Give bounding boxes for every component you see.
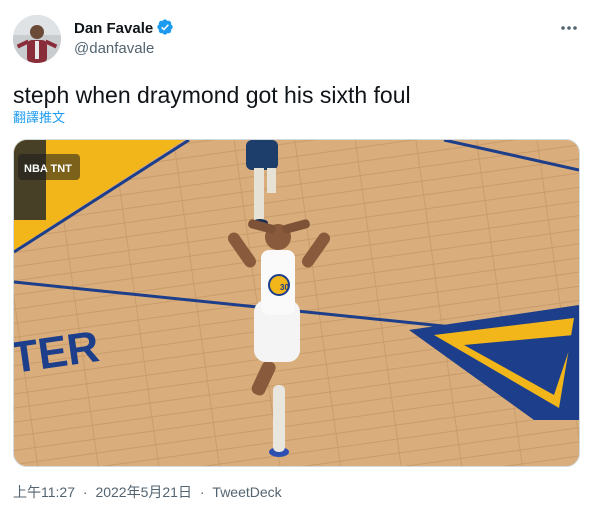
footer-separator: · bbox=[82, 484, 88, 500]
avatar-image bbox=[13, 15, 61, 63]
media-image: TER NBA TNT 30 bbox=[14, 140, 579, 466]
tweet-footer: 上午11:27 · 2022年5月21日 · TweetDeck bbox=[13, 482, 282, 502]
author-handle[interactable]: @danfavale bbox=[74, 39, 154, 59]
footer-separator: · bbox=[199, 484, 205, 500]
tweet-text: steph when draymond got his sixth foul bbox=[13, 82, 411, 108]
avatar[interactable] bbox=[13, 15, 61, 63]
tweet-media[interactable]: TER NBA TNT 30 bbox=[13, 139, 580, 467]
jersey-number: 30 bbox=[280, 283, 289, 292]
translate-tweet-link[interactable]: 翻譯推文 bbox=[13, 110, 65, 126]
more-options-icon bbox=[561, 26, 577, 30]
tweet-source[interactable]: TweetDeck bbox=[212, 484, 281, 500]
verified-badge-icon bbox=[157, 19, 173, 35]
tweet-time[interactable]: 上午11:27 bbox=[13, 484, 75, 500]
broadcast-logo: NBA TNT bbox=[18, 154, 80, 180]
author-name-text: Dan Favale bbox=[74, 20, 154, 37]
svg-text:NBA TNT: NBA TNT bbox=[24, 163, 72, 175]
author-name[interactable]: Dan Favale bbox=[74, 18, 174, 39]
tweet-header: Dan Favale @danfavale bbox=[0, 0, 593, 70]
more-options-button[interactable] bbox=[555, 16, 583, 40]
tweet-date[interactable]: 2022年5月21日 bbox=[95, 484, 192, 500]
